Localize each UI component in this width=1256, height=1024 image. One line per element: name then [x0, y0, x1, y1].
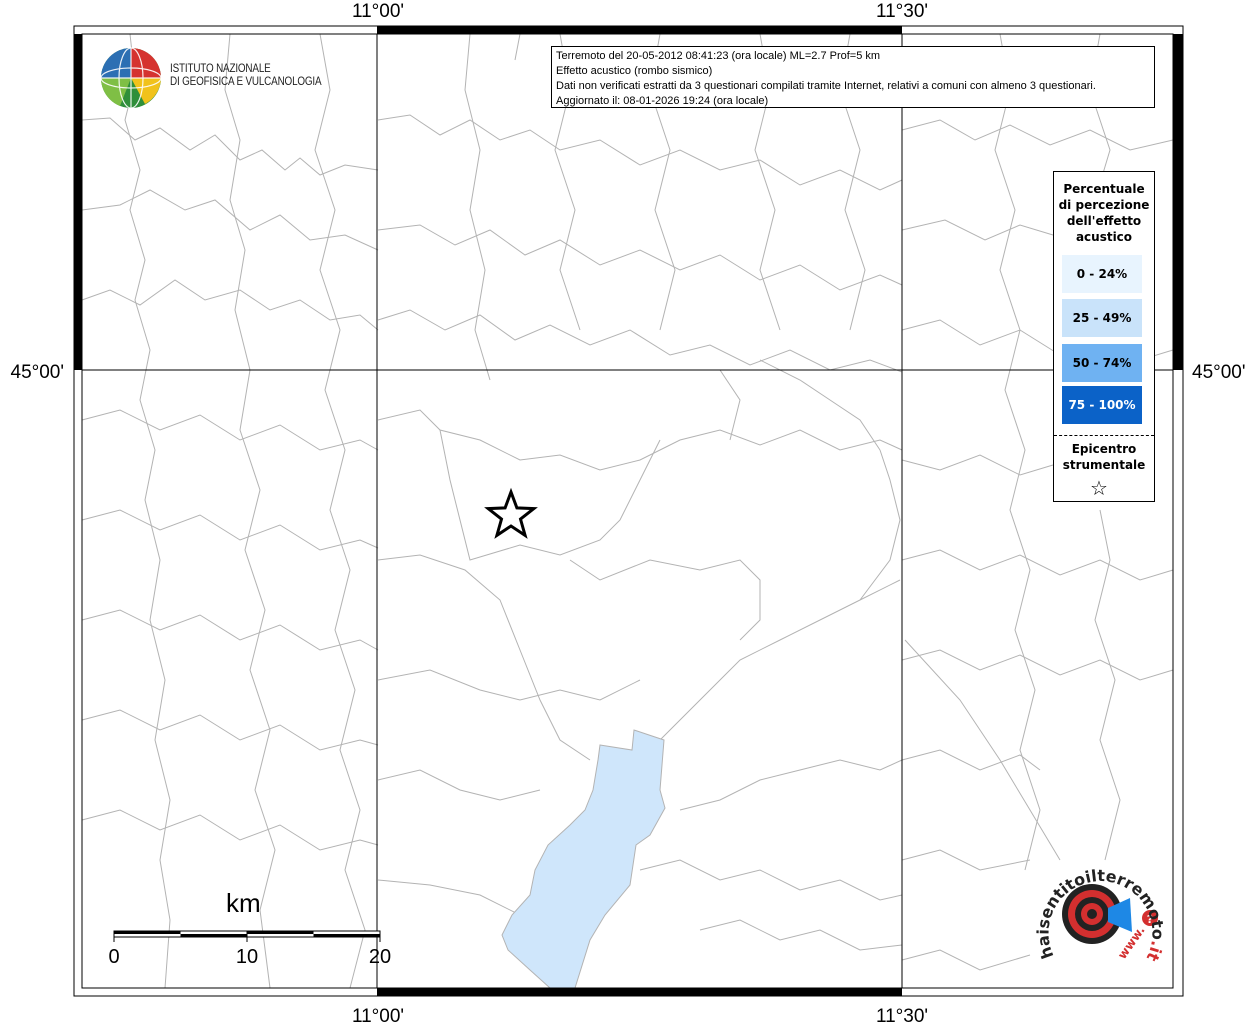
bottom-tick-label-left: 11°00' [352, 1006, 404, 1024]
event-info-line4: Aggiornato il: 08-01-2026 19:24 (ora loc… [556, 95, 769, 107]
ingv-logo-line1: ISTITUTO NAZIONALE [170, 63, 271, 75]
legend-title-line: dell'effetto [1066, 214, 1142, 228]
legend-item-75-100: 75 - 100% [1062, 386, 1142, 424]
ingv-globe-icon [100, 47, 162, 109]
legend-epicenter-line: Epicentro [1071, 442, 1137, 456]
top-tick-label-right: 11°30' [876, 1, 928, 22]
legend-item-50-74: 50 - 74% [1062, 344, 1142, 382]
legend-epicenter-label: Epicentro strumentale [1054, 441, 1154, 473]
ingv-logo-line2: DI GEOFISICA E VULCANOLOGIA [170, 76, 322, 88]
map-canvas: 11°00' 11°30' 11°00' 11°30' 45°00' 45°00… [11, 1, 1246, 1024]
legend-item-25-49: 25 - 49% [1062, 299, 1142, 337]
right-lat-label: 45°00' [1192, 362, 1246, 383]
left-lat-label: 45°00' [11, 362, 65, 383]
legend-title-line: di percezione [1058, 198, 1150, 212]
event-info-line1: Terremoto del 20-05-2012 08:41:23 (ora l… [556, 50, 881, 62]
legend-title-line: acustico [1075, 230, 1133, 244]
bottom-tick-label-right: 11°30' [876, 1006, 928, 1024]
legend-epicenter-line: strumentale [1062, 458, 1146, 472]
legend-item-0-24: 0 - 24% [1062, 255, 1142, 293]
legend-title: Percentuale di percezione dell'effetto a… [1054, 181, 1154, 245]
ingv-logo-text: ISTITUTO NAZIONALE DI GEOFISICA E VULCAN… [170, 63, 322, 89]
scale-label-10: 10 [236, 946, 258, 968]
scale-label-0: 0 [108, 946, 119, 968]
event-info-line2: Effetto acustico (rombo sismico) [556, 65, 713, 77]
scale-label-20: 20 [369, 946, 391, 968]
legend-title-line: Percentuale [1063, 182, 1145, 196]
legend-separator [1054, 435, 1154, 436]
legend-star-icon: ☆ [1090, 476, 1108, 500]
top-tick-label-left: 11°00' [352, 1, 404, 22]
event-info-box: Terremoto del 20-05-2012 08:41:23 (ora l… [551, 46, 1155, 108]
legend: Percentuale di percezione dell'effetto a… [1053, 171, 1155, 502]
event-info-line3: Dati non verificati estratti da 3 questi… [556, 80, 1096, 92]
scale-unit-label: km [226, 888, 261, 918]
